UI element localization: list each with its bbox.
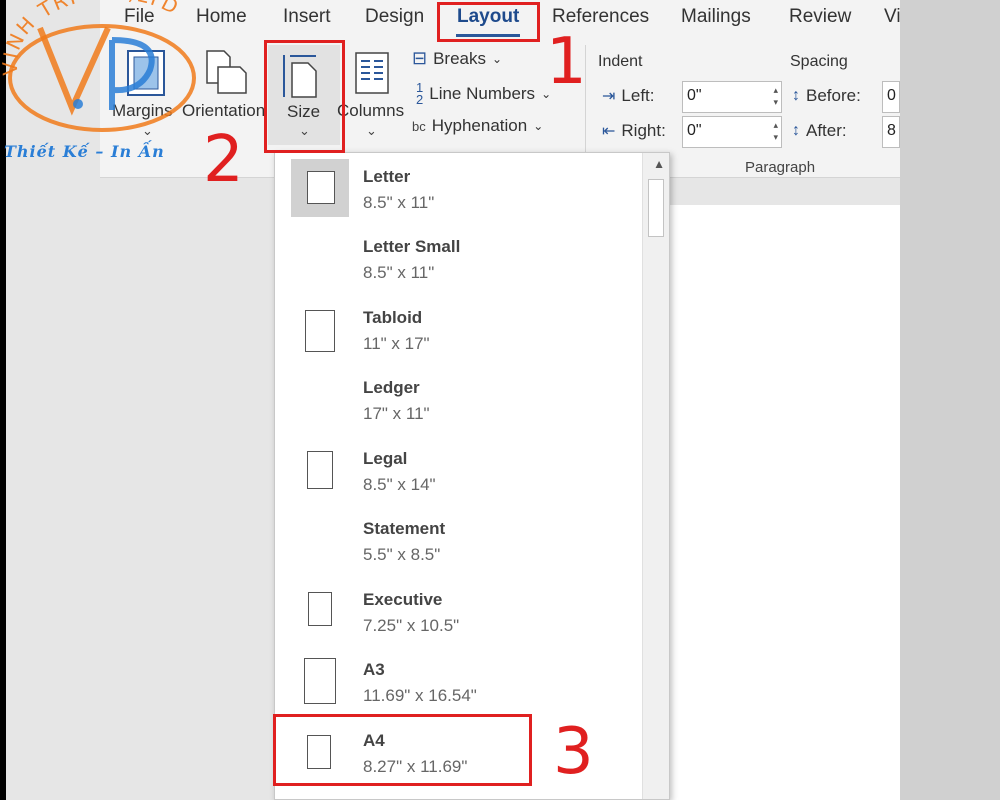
size-option-name: Ledger (363, 378, 420, 397)
scroll-up-icon[interactable]: ▲ (653, 157, 665, 171)
indent-right-icon: ⇤ (602, 123, 616, 140)
indent-right-value: 0" (687, 122, 702, 139)
indent-right-label-row: ⇤ Right: (602, 121, 666, 141)
chevron-down-icon: ⌄ (533, 119, 544, 133)
size-dropdown-menu[interactable]: ▲ Letter 8.5" x 11" Letter Small 8.5" x … (274, 152, 670, 800)
indent-left-icon: ⇥ (602, 88, 616, 105)
size-option-a3[interactable]: A3 11.69" x 16.54" (275, 646, 645, 716)
line-numbers-icon: 12 (416, 80, 424, 107)
spacing-after-label: After: (806, 121, 847, 140)
breaks-icon: ⊟ (412, 48, 428, 68)
spin-arrows-icon[interactable]: ▴ ▾ (773, 84, 778, 108)
paper-icon (307, 171, 335, 204)
paragraph-group-label: Paragraph (745, 159, 816, 176)
size-option-dimensions: 17" x 11" (363, 404, 430, 423)
spacing-before-label: Before: (806, 86, 861, 105)
paper-icon (308, 592, 332, 626)
size-option-dimensions: 8.5" x 11" (363, 263, 435, 282)
annotation-step-1: 1 (546, 25, 587, 99)
right-margin-area (900, 0, 1000, 800)
spin-arrows-icon[interactable]: ▴ ▾ (773, 119, 778, 143)
spacing-after-value: 8 (887, 122, 896, 139)
indent-left-label: Left: (621, 86, 655, 105)
size-option-executive[interactable]: Executive 7.25" x 10.5" (275, 576, 645, 646)
chevron-down-icon: ⌄ (366, 123, 377, 138)
indent-left-input[interactable]: 0" ▴ ▾ (682, 81, 782, 113)
spacing-before-input[interactable]: 0 (882, 81, 900, 113)
size-option-dimensions: 11.69" x 16.54" (363, 686, 477, 705)
size-option-dimensions: 8.5" x 14" (363, 475, 436, 494)
size-option-letter[interactable]: Letter 8.5" x 11" (275, 153, 645, 223)
columns-button[interactable]: Columns ⌄ (336, 45, 408, 140)
indent-left-label-row: ⇥ Left: (602, 86, 655, 106)
columns-label: Columns (337, 101, 405, 120)
tab-mailings[interactable]: Mailings (681, 6, 751, 28)
hyphenation-icon: bc (412, 118, 426, 134)
annotation-box-a4-option (273, 714, 532, 786)
size-option-name: Executive (363, 590, 443, 609)
paper-icon (304, 658, 336, 704)
breaks-button[interactable]: ⊟ Breaks ⌄ (412, 48, 502, 69)
indent-right-input[interactable]: 0" ▴ ▾ (682, 116, 782, 148)
indent-right-label: Right: (621, 121, 666, 140)
size-option-statement[interactable]: Statement 5.5" x 8.5" (275, 505, 645, 575)
tab-design[interactable]: Design (365, 6, 424, 28)
size-option-dimensions: 7.25" x 10.5" (363, 616, 460, 635)
paper-icon (305, 310, 335, 352)
indent-left-value: 0" (687, 87, 702, 104)
logo-tagline: Thiết Kế – In Ấn (4, 142, 165, 161)
size-option-ledger[interactable]: Ledger 17" x 11" (275, 364, 645, 434)
size-option-dimensions: 5.5" x 8.5" (363, 545, 441, 564)
document-page[interactable] (670, 205, 900, 800)
size-option-name: Legal (363, 449, 408, 468)
spacing-heading: Spacing (790, 53, 848, 70)
tab-review[interactable]: Review (789, 6, 851, 28)
breaks-label: Breaks (433, 48, 487, 68)
annotation-box-layout-tab (437, 2, 540, 42)
hyphenation-button[interactable]: bc Hyphenation ⌄ (412, 116, 543, 136)
chevron-down-icon: ⌄ (492, 51, 503, 66)
tab-insert[interactable]: Insert (283, 6, 331, 28)
size-option-dimensions: 8.5" x 11" (363, 193, 435, 212)
line-numbers-label: Line Numbers (429, 84, 536, 103)
annotation-box-size-button (264, 40, 345, 153)
spacing-before-value: 0 (887, 87, 896, 104)
size-option-name: Letter Small (363, 237, 461, 256)
size-option-legal[interactable]: Legal 8.5" x 14" (275, 435, 645, 505)
size-option-dimensions: 11" x 17" (363, 334, 430, 353)
size-option-tabloid[interactable]: Tabloid 11" x 17" (275, 294, 645, 364)
scroll-thumb[interactable] (648, 179, 664, 237)
spacing-after-icon: ↕ (792, 122, 800, 139)
size-option-name: Letter (363, 167, 411, 186)
spacing-before-label-row: ↕ Before: (792, 86, 861, 106)
size-option-name: A3 (363, 660, 385, 679)
spacing-after-input[interactable]: 8 (882, 116, 900, 148)
size-option-letter-small[interactable]: Letter Small 8.5" x 11" (275, 223, 645, 293)
size-option-name: Statement (363, 519, 446, 538)
hyphenation-label: Hyphenation (431, 116, 528, 135)
columns-icon (355, 52, 389, 94)
company-logo: VINH TRI CO.,LTD (0, 0, 196, 132)
indent-heading: Indent (598, 53, 643, 70)
menu-scrollbar[interactable]: ▲ (642, 153, 669, 799)
spacing-after-label-row: ↕ After: (792, 121, 847, 141)
line-numbers-button[interactable]: 12 Line Numbers ⌄ (416, 80, 551, 107)
paper-icon (307, 451, 333, 489)
annotation-step-3: 3 (553, 715, 594, 789)
size-option-name: Tabloid (363, 308, 423, 327)
spacing-before-icon: ↕ (792, 87, 800, 104)
tab-view[interactable]: Vi (884, 6, 901, 28)
screenshot-frame: File Home Insert Design Layout Reference… (0, 0, 1000, 800)
